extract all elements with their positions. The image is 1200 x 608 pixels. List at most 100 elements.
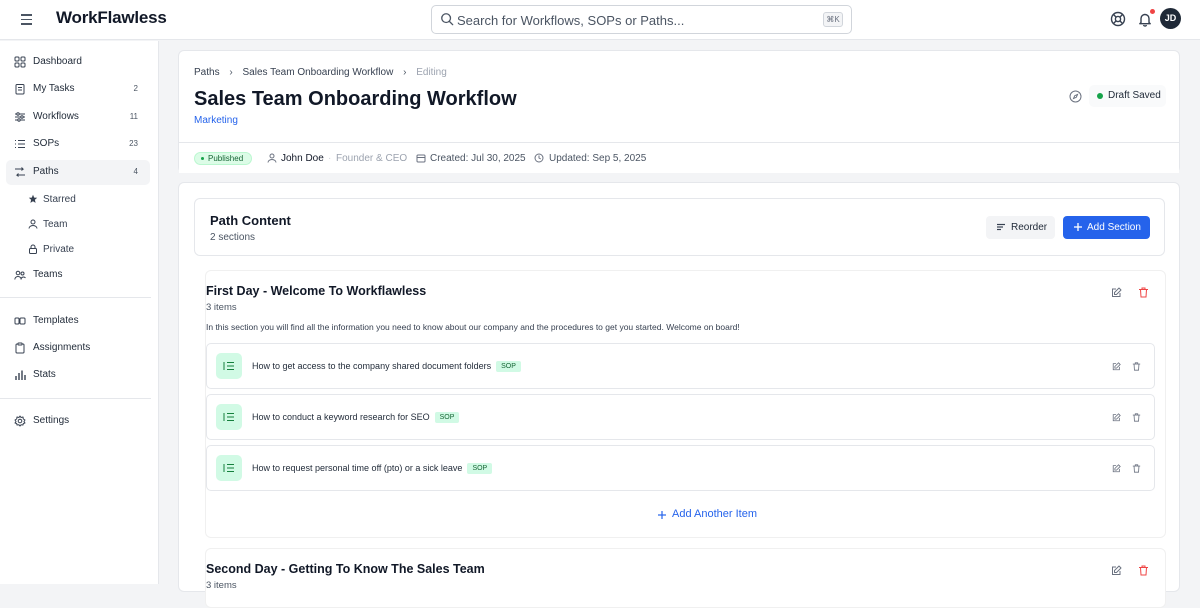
reorder-button[interactable]: Reorder (986, 216, 1055, 239)
breadcrumb-current: Editing (416, 67, 447, 78)
breadcrumb: Paths › Sales Team Onboarding Workflow ›… (194, 67, 447, 78)
templates-icon (14, 317, 26, 325)
page-title: Sales Team Onboarding Workflow (194, 88, 517, 110)
add-section-label: Add Section (1087, 222, 1141, 233)
status-badge: Published (194, 152, 252, 165)
star-icon (28, 194, 38, 203)
list-item[interactable]: How to get access to the company shared … (206, 343, 1155, 389)
edit-icon[interactable] (1112, 413, 1121, 422)
edit-icon[interactable] (1112, 362, 1121, 371)
search-box[interactable]: ⌘K (431, 5, 852, 34)
trash-icon[interactable] (1138, 287, 1149, 298)
header-card: Paths › Sales Team Onboarding Workflow ›… (178, 50, 1180, 173)
sidebar-item-count: 2 (133, 84, 138, 93)
clipboard-icon (15, 342, 25, 354)
separator-dot: · (328, 153, 332, 164)
sidebar-item-label: Paths (33, 166, 59, 177)
sidebar-item-my-tasks[interactable]: My Tasks 2 (6, 77, 150, 102)
path-content-subtitle: 2 sections (210, 232, 256, 243)
sidebar-item-settings[interactable]: Settings (6, 409, 150, 434)
app-logo[interactable]: WorkFlawless (56, 8, 167, 28)
calendar-icon (416, 154, 426, 163)
item-title[interactable]: How to conduct a keyword research for SE… (252, 412, 430, 422)
edit-icon[interactable] (1111, 287, 1122, 298)
section-title: First Day - Welcome To Workflawless (206, 284, 427, 298)
reorder-icon (997, 223, 1005, 231)
status-dot (1097, 93, 1103, 99)
menu-icon[interactable] (20, 12, 40, 28)
item-title[interactable]: How to get access to the company shared … (252, 361, 491, 371)
trash-icon[interactable] (1138, 565, 1149, 576)
meta-bar: Published John Doe · Founder & CEO Creat… (179, 142, 1179, 173)
list-icon (15, 140, 25, 148)
sidebar-item-count: 4 (133, 167, 138, 176)
top-bar: WorkFlawless ⌘K JD (0, 0, 1200, 40)
path-content-header: Path Content 2 sections Reorder Add Sect… (194, 198, 1165, 256)
add-section-button[interactable]: Add Section (1063, 216, 1150, 239)
sidebar-item-label: Settings (33, 415, 70, 426)
sidebar-item-stats[interactable]: Stats (6, 363, 150, 388)
lock-icon (29, 244, 37, 254)
updated-date: Updated: Sep 5, 2025 (549, 153, 647, 164)
sidebar-item-label: My Tasks (33, 83, 75, 94)
sidebar-item-teams[interactable]: Teams (6, 263, 150, 288)
item-title-row: How to request personal time off (pto) o… (252, 463, 493, 474)
list-item[interactable]: How to conduct a keyword research for SE… (206, 394, 1155, 440)
section-count: 3 items (206, 302, 237, 313)
notification-badge (1150, 9, 1155, 14)
category-link[interactable]: Marketing (194, 115, 238, 126)
plus-icon (1074, 223, 1082, 231)
sidebar-item-workflows[interactable]: Workflows 11 (6, 105, 150, 130)
item-type-tag: SOP (467, 463, 493, 474)
edit-icon[interactable] (1112, 464, 1121, 473)
chevron-right-icon: › (229, 67, 233, 78)
list-item[interactable]: How to request personal time off (pto) o… (206, 445, 1155, 491)
chart-icon (15, 370, 26, 380)
help-icon[interactable] (1109, 10, 1127, 28)
created-date: Created: Jul 30, 2025 (430, 153, 526, 164)
sop-icon (216, 455, 242, 481)
breadcrumb-parent[interactable]: Sales Team Onboarding Workflow (242, 67, 393, 78)
sidebar-item-sops[interactable]: SOPs 23 (6, 132, 150, 157)
edit-icon[interactable] (1111, 565, 1122, 576)
author-name[interactable]: John Doe (281, 153, 324, 164)
search-input[interactable] (457, 11, 817, 29)
breadcrumb-root[interactable]: Paths (194, 67, 220, 78)
trash-icon[interactable] (1132, 362, 1141, 371)
sidebar-item-label: Workflows (33, 111, 79, 122)
users-icon (14, 270, 26, 280)
compass-icon[interactable] (1069, 90, 1082, 103)
sop-icon (216, 404, 242, 430)
paths-icon (15, 167, 25, 177)
trash-icon[interactable] (1132, 464, 1141, 473)
team-icon (28, 219, 38, 229)
item-type-tag: SOP (496, 361, 521, 372)
tasks-icon (15, 84, 25, 95)
sidebar-item-count: 23 (129, 139, 138, 148)
search-shortcut: ⌘K (823, 12, 843, 27)
section-description: In this section you will find all the in… (206, 322, 740, 332)
user-avatar[interactable]: JD (1160, 8, 1181, 29)
sidebar-item-paths[interactable]: Paths 4 (6, 160, 150, 185)
sidebar-item-dashboard[interactable]: Dashboard (6, 50, 150, 75)
chevron-right-icon: › (403, 67, 407, 78)
sidebar-subitem-label: Team (43, 219, 68, 230)
plus-icon (658, 511, 666, 519)
draft-status-label: Draft Saved (1108, 90, 1161, 101)
user-icon (267, 153, 277, 163)
sidebar-item-templates[interactable]: Templates (6, 309, 150, 334)
sop-icon (216, 353, 242, 379)
path-content-card: Path Content 2 sections Reorder Add Sect… (178, 182, 1180, 608)
sidebar-item-label: Templates (33, 315, 79, 326)
sidebar-item-label: Dashboard (33, 56, 82, 67)
sidebar-item-assignments[interactable]: Assignments (6, 336, 150, 361)
trash-icon[interactable] (1132, 413, 1141, 422)
draft-status-badge: Draft Saved (1089, 85, 1166, 107)
workflow-icon (15, 112, 25, 122)
item-type-tag: SOP (434, 412, 460, 423)
sidebar-item-label: SOPs (33, 138, 60, 149)
sidebar-subitem-label: Private (43, 244, 75, 255)
item-title[interactable]: How to request personal time off (pto) o… (252, 463, 462, 473)
add-item-label: Add Another Item (672, 508, 757, 520)
item-title-row: How to get access to the company shared … (252, 361, 521, 372)
